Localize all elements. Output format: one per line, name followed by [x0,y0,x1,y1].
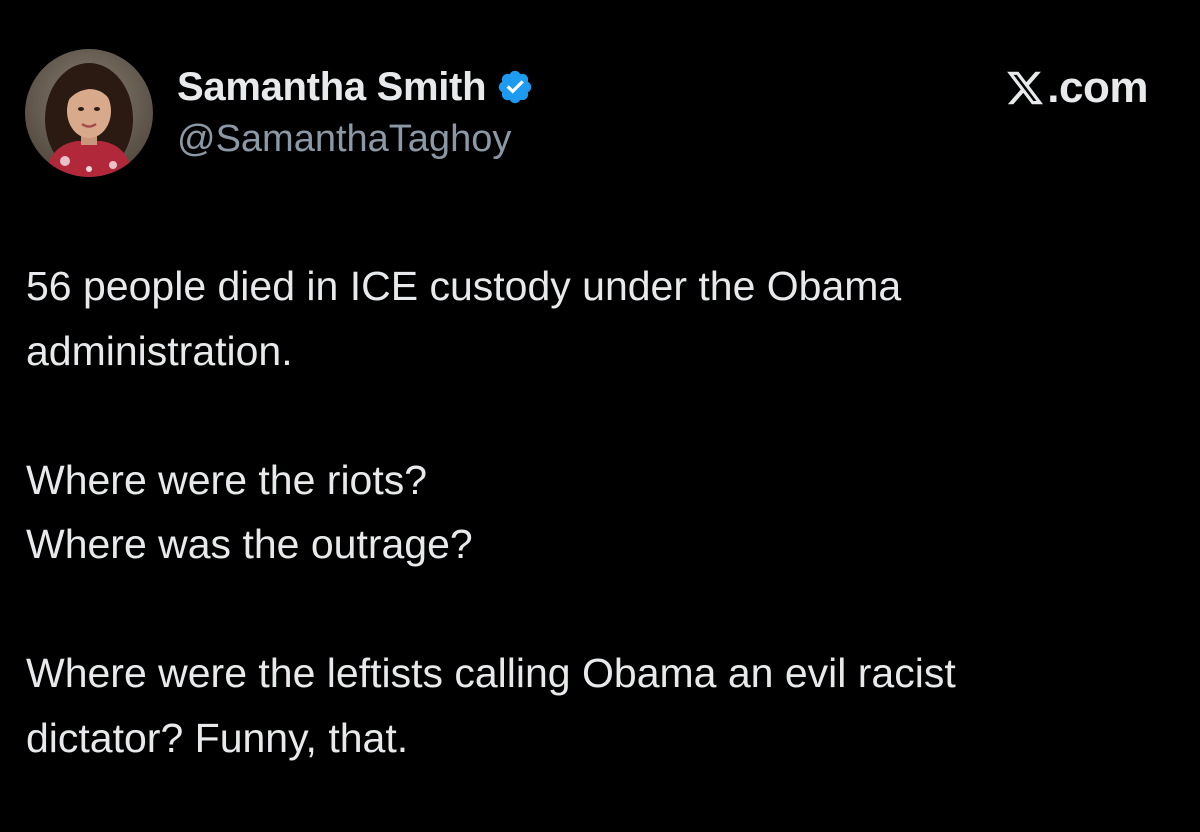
author-avatar[interactable] [25,49,153,177]
x-com-brand[interactable]: .com [1005,60,1148,116]
tweet-line: administration. [26,327,293,374]
tweet-line: 56 people died in ICE custody under the … [26,263,902,309]
author-handle[interactable]: @SamanthaTaghoy [177,118,511,161]
avatar-photo [25,49,153,177]
author-name-row: Samantha Smith [177,62,534,112]
brand-domain-text: .com [1047,63,1148,112]
tweet-body: 56 people died in ICE custody under the … [26,254,1176,770]
tweet-paragraph: 56 people died in ICE custody under the … [26,254,1176,383]
tweet-screenshot: Samantha Smith @SamanthaTaghoy .com 56 p… [0,0,1200,832]
tweet-line: Where were the riots? [26,456,428,503]
x-logo-icon [1007,71,1044,105]
tweet-paragraph: Where were the leftists calling Obama an… [26,641,1176,770]
author-display-name[interactable]: Samantha Smith [177,65,487,110]
verified-badge-icon [496,68,534,106]
tweet-line: dictator? Funny, that. [26,714,409,761]
tweet-line: Where was the outrage? [26,521,473,567]
tweet-paragraph: Where were the riots? Where was the outr… [26,448,1176,577]
tweet-line: Where were the leftists calling Obama an… [26,650,956,696]
